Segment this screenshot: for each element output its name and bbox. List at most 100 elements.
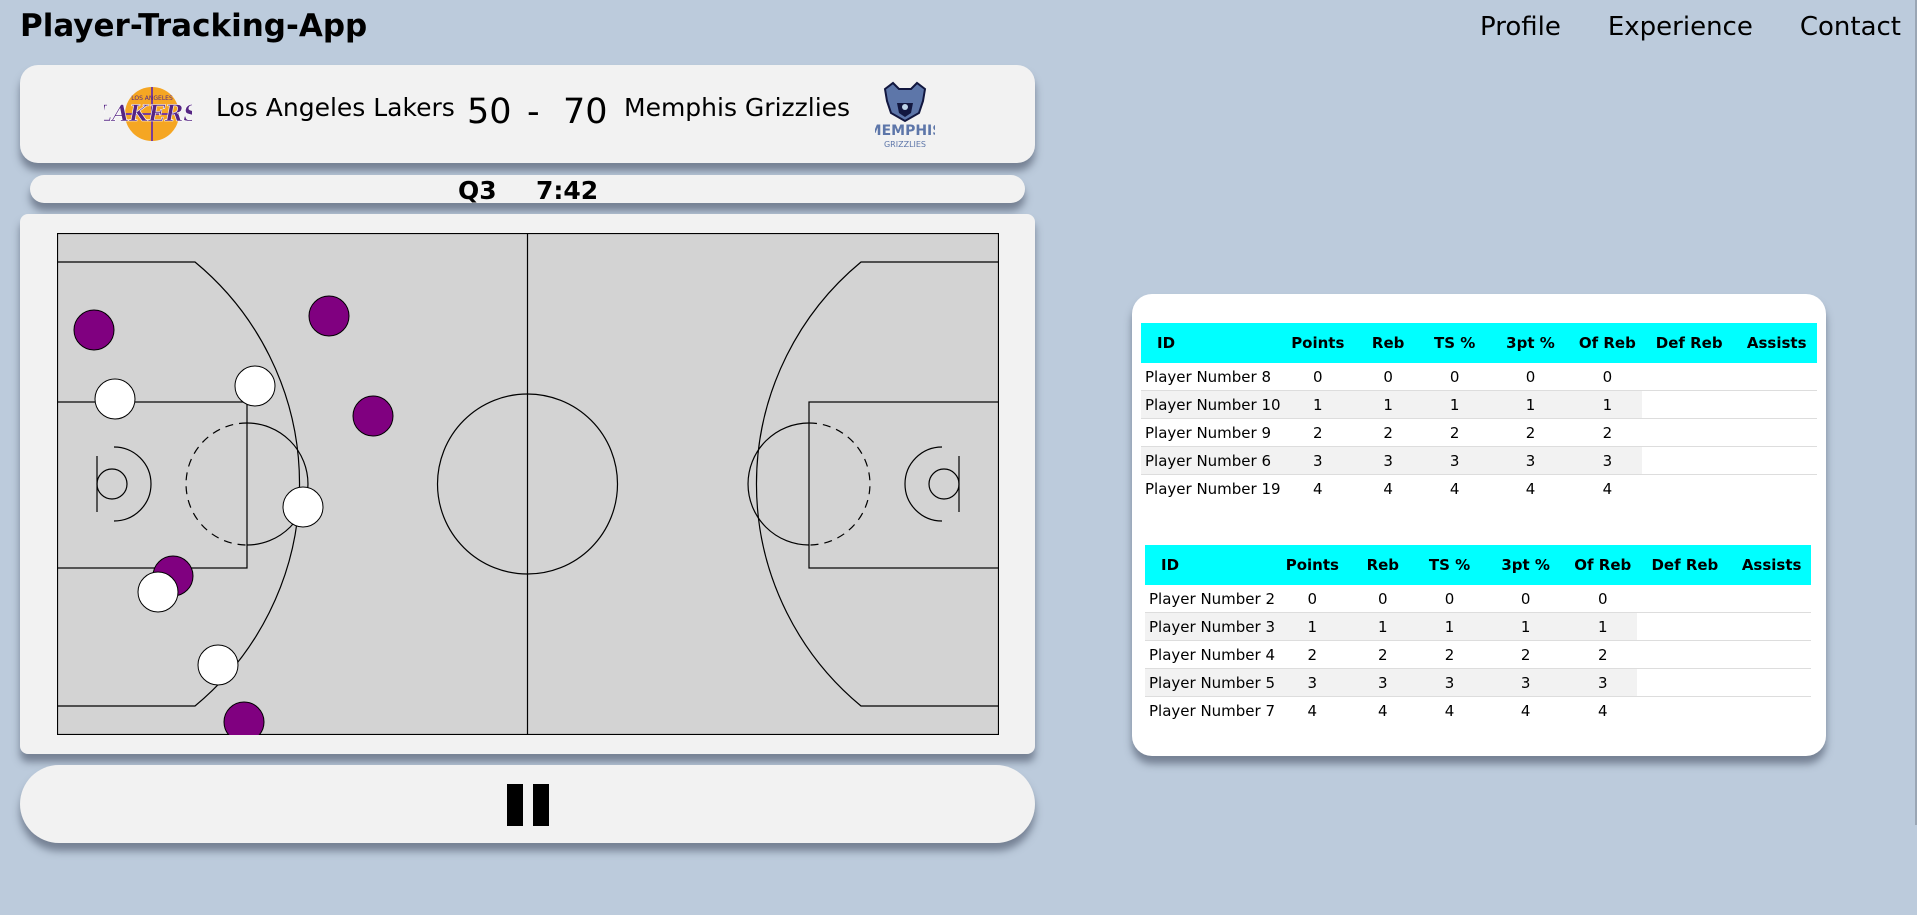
cell-def-reb <box>1637 612 1733 641</box>
cell-of-reb: 1 <box>1568 612 1638 641</box>
nav-link-profile[interactable]: Profile <box>1480 12 1561 42</box>
cell-ts: 1 <box>1421 390 1489 419</box>
cell-assists <box>1736 418 1817 447</box>
cell-def-reb <box>1641 390 1737 419</box>
cell-of-reb: 3 <box>1572 446 1642 475</box>
table-row: Player Number 311111 <box>1145 612 1811 641</box>
cell-assists <box>1732 668 1811 697</box>
table-header-row: ID Points Reb TS % 3pt % Of Reb Def Reb Assists <box>1145 545 1811 585</box>
away-player-marker[interactable] <box>137 571 179 613</box>
column-header-ts: TS % <box>1416 545 1484 585</box>
court-panel <box>20 214 1035 754</box>
table-header-row: ID Points Reb TS % 3pt % Of Reb Def Reb Assists <box>1141 323 1817 363</box>
cell-assists <box>1736 390 1817 419</box>
column-header-3pt: 3pt % <box>1483 545 1569 585</box>
cell-ts: 0 <box>1416 585 1484 613</box>
svg-text:MEMPHIS: MEMPHIS <box>875 123 935 139</box>
cell-of-reb: 0 <box>1568 585 1638 613</box>
column-header-ts: TS % <box>1421 323 1489 363</box>
cell-of-reb: 0 <box>1572 363 1642 391</box>
home-player-marker[interactable] <box>308 295 350 337</box>
cell-3pt: 0 <box>1483 585 1569 613</box>
cell-points: 2 <box>1275 640 1350 669</box>
cell-of-reb: 2 <box>1568 640 1638 669</box>
away-player-marker[interactable] <box>94 378 136 420</box>
cell-points: 1 <box>1275 612 1350 641</box>
cell-id: Player Number 10 <box>1141 390 1281 419</box>
cell-id: Player Number 8 <box>1141 363 1281 391</box>
cell-id: Player Number 3 <box>1145 612 1276 641</box>
cell-3pt: 4 <box>1525 479 1536 498</box>
app-title: Player-Tracking-App <box>20 8 368 44</box>
playback-controls <box>20 765 1035 843</box>
table-row: Player Number 922222 <box>1141 418 1817 447</box>
scoreboard: LAKERS LOS ANGELES Los Angeles Lakers 50… <box>20 65 1035 163</box>
cell-ts: 0 <box>1421 363 1489 391</box>
cell-reb: 4 <box>1383 479 1393 498</box>
column-header-3pt: 3pt % <box>1488 323 1573 363</box>
cell-of-reb: 2 <box>1572 418 1642 447</box>
grizzlies-logo-icon: MEMPHIS GRIZZLIES <box>875 81 935 149</box>
cell-of-reb: 1 <box>1572 390 1642 419</box>
nav-link-experience[interactable]: Experience <box>1608 12 1753 42</box>
cell-ts: 2 <box>1416 640 1484 669</box>
cell-3pt: 1 <box>1483 612 1569 641</box>
lakers-logo-icon: LAKERS LOS ANGELES <box>104 87 192 141</box>
column-header-id: ID <box>1145 545 1276 585</box>
away-player-marker[interactable] <box>197 644 239 686</box>
player-stats-panel: ID Points Reb TS % 3pt % Of Reb Def Reb Assists… <box>1132 294 1826 756</box>
cell-assists <box>1736 446 1817 475</box>
cell-assists <box>1732 697 1811 725</box>
cell-ts: 4 <box>1444 701 1455 720</box>
column-header-reb: Reb <box>1349 545 1416 585</box>
home-player-marker[interactable] <box>352 395 394 437</box>
cell-points: 3 <box>1275 668 1350 697</box>
cell-reb: 0 <box>1355 363 1422 391</box>
table-row: Player Number 200000 <box>1145 585 1811 613</box>
cell-of-reb: 4 <box>1602 479 1613 498</box>
away-player-marker[interactable] <box>282 486 324 528</box>
cell-of-reb: 4 <box>1598 701 1608 720</box>
cell-reb: 2 <box>1349 640 1416 669</box>
pause-bar-right <box>533 784 549 826</box>
cell-3pt: 4 <box>1520 701 1531 720</box>
column-header-of-reb: Of Reb <box>1568 545 1638 585</box>
cell-points: 1 <box>1280 390 1356 419</box>
cell-def-reb <box>1637 697 1732 725</box>
column-header-def-reb: Def Reb <box>1641 323 1737 363</box>
cell-assists <box>1732 585 1811 613</box>
cell-points: 3 <box>1280 446 1356 475</box>
table-row: Player Number 533333 <box>1145 668 1811 697</box>
away-score: 70 <box>563 92 608 132</box>
column-header-points: Points <box>1280 323 1356 363</box>
cell-id: Player Number 5 <box>1145 668 1276 697</box>
away-stats-table: ID Points Reb TS % 3pt % Of Reb Def Reb Assists… <box>1145 545 1811 724</box>
pause-icon[interactable] <box>507 784 551 826</box>
quarter-label: Q3 <box>458 176 497 205</box>
table-row: Player Number 7 4 4 4 4 4 <box>1145 697 1811 725</box>
cell-def-reb <box>1637 668 1733 697</box>
svg-text:GRIZZLIES: GRIZZLIES <box>884 140 926 149</box>
nav-link-contact[interactable]: Contact <box>1800 12 1901 42</box>
home-stats-table: ID Points Reb TS % 3pt % Of Reb Def Reb Assists… <box>1141 323 1817 502</box>
home-team-name: Los Angeles Lakers <box>216 93 455 122</box>
cell-of-reb: 3 <box>1568 668 1638 697</box>
cell-points: 0 <box>1280 363 1356 391</box>
cell-def-reb <box>1642 475 1737 503</box>
pause-bar-left <box>507 784 523 826</box>
home-player-marker[interactable] <box>73 309 115 351</box>
away-player-marker[interactable] <box>234 365 276 407</box>
cell-3pt: 2 <box>1483 640 1569 669</box>
cell-ts: 3 <box>1416 668 1484 697</box>
cell-def-reb <box>1637 640 1733 669</box>
cell-3pt: 3 <box>1488 446 1573 475</box>
cell-ts: 2 <box>1421 418 1489 447</box>
cell-ts: 1 <box>1416 612 1484 641</box>
cell-points: 4 <box>1313 479 1323 498</box>
table-row: Player Number 633333 <box>1141 446 1817 475</box>
column-header-of-reb: Of Reb <box>1572 323 1642 363</box>
home-score: 50 <box>467 92 512 132</box>
cell-id: Player Number 4 <box>1145 640 1276 669</box>
cell-points: 0 <box>1275 585 1350 613</box>
cell-def-reb <box>1637 585 1733 613</box>
